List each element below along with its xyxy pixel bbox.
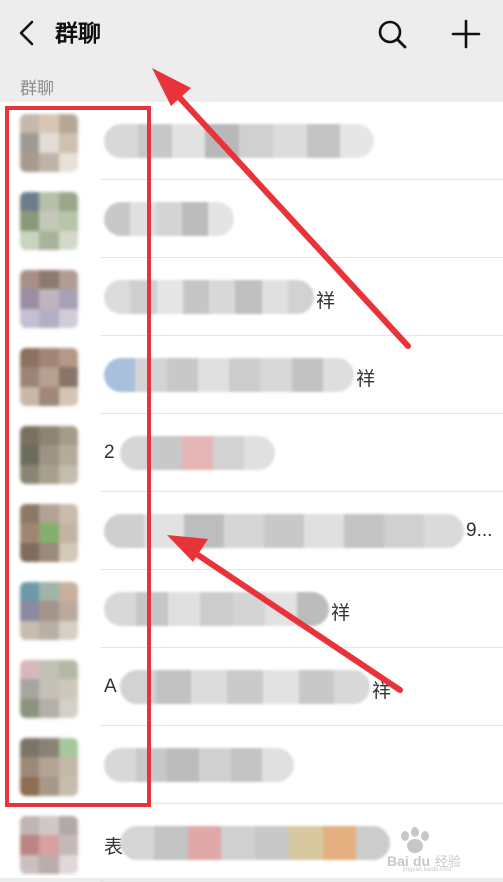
group-name-suffix: 祥 (331, 603, 351, 624)
group-name-blurred (104, 514, 464, 548)
back-arrow-icon[interactable] (14, 18, 42, 48)
watermark-logo: Bai du 经验 jingyan.baidu.com (385, 822, 495, 873)
svg-text:jingyan.baidu.com: jingyan.baidu.com (402, 867, 451, 872)
search-icon[interactable] (376, 18, 408, 50)
group-name-suffix: 祥 (356, 369, 376, 390)
highlight-box (5, 106, 151, 807)
group-name-suffix: 祥 (372, 681, 392, 702)
top-nav-bar: 群聊 (0, 0, 503, 66)
page-title: 群聊 (55, 20, 101, 46)
section-label: 群聊 (20, 79, 54, 98)
group-name-suffix: 祥 (316, 291, 336, 312)
group-name-suffix: 9... (466, 520, 493, 541)
group-name-blurred (120, 826, 390, 860)
group-name-blurred (120, 670, 370, 704)
group-avatar (20, 816, 78, 874)
add-icon[interactable] (450, 18, 482, 50)
section-header: 群聊 (0, 66, 503, 102)
